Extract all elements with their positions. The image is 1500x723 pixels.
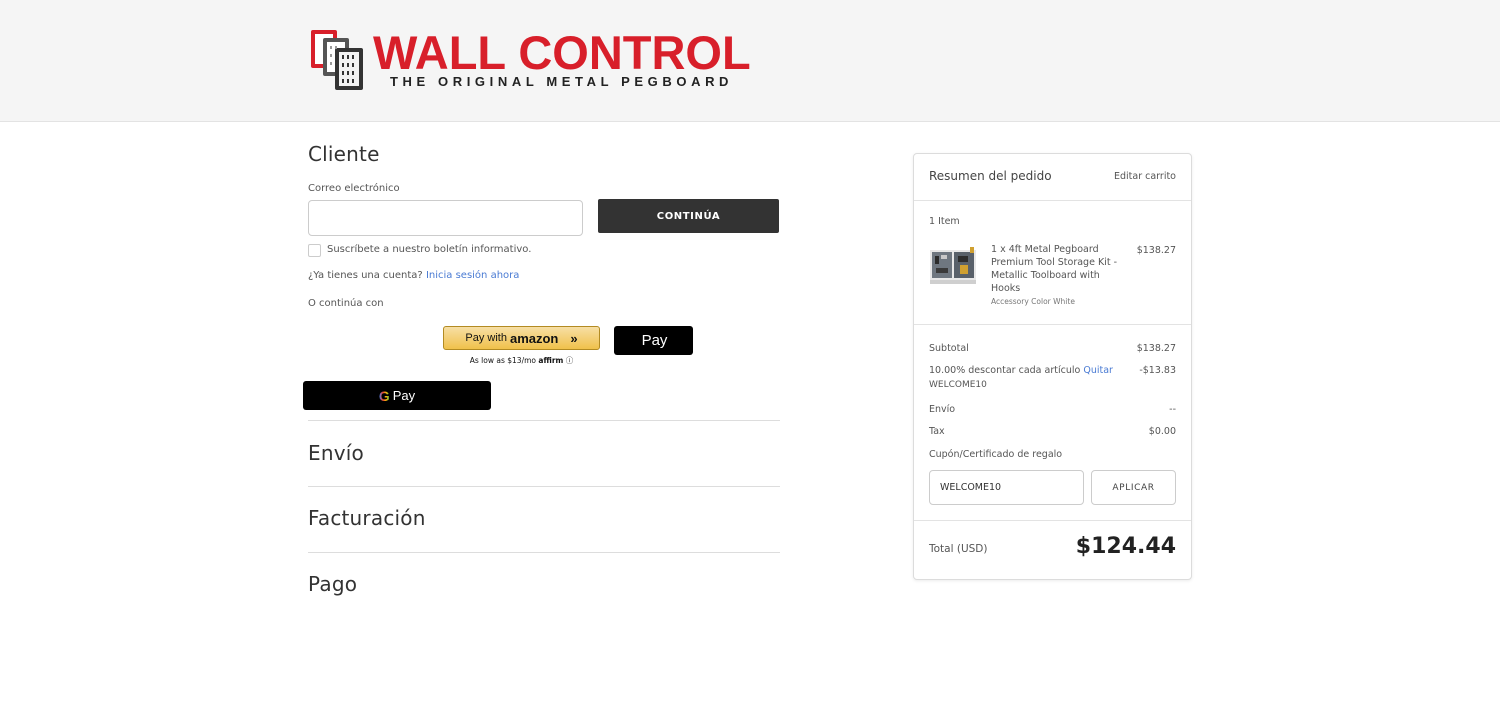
affirm-logo-text: affirm	[538, 356, 564, 365]
shipping-value: --	[1169, 404, 1176, 415]
google-g-icon: G	[378, 387, 390, 404]
summary-divider	[914, 200, 1191, 201]
product-option: Accessory Color White	[991, 297, 1075, 306]
affirm-note: As low as $13/mo affirm ⓘ	[443, 355, 600, 366]
product-thumbnail[interactable]	[930, 244, 976, 288]
continue-button[interactable]: CONTINÚA	[598, 199, 779, 233]
billing-section-title: Facturación	[308, 506, 426, 530]
product-name: 1 x 4ft Metal Pegboard Premium Tool Stor…	[991, 244, 1117, 294]
shipping-section-title: Envío	[308, 441, 364, 465]
remove-discount-link[interactable]: Quitar	[1083, 365, 1113, 376]
summary-divider	[914, 324, 1191, 325]
section-divider	[308, 552, 780, 553]
brand-tagline: THE ORIGINAL METAL PEGBOARD	[390, 74, 734, 89]
section-divider	[308, 486, 780, 487]
customer-section-title: Cliente	[308, 142, 380, 166]
total-label: Total (USD)	[929, 543, 988, 555]
or-continue-text: O continúa con	[308, 298, 384, 309]
discount-row: 10.00% descontar cada artículo Quitar	[929, 365, 1113, 376]
apple-pay-text: Pay	[641, 332, 668, 349]
info-icon[interactable]: ⓘ	[566, 356, 574, 365]
newsletter-checkbox[interactable]	[308, 244, 321, 257]
amazon-pay-button[interactable]: Pay with amazon »	[443, 326, 600, 350]
amazon-logo-text: amazon	[509, 330, 559, 346]
coupon-input[interactable]: WELCOME10	[929, 470, 1084, 505]
account-prompt-text: ¿Ya tienes una cuenta?	[308, 270, 423, 281]
pegboard-logo-icon	[311, 30, 363, 90]
product-price: $138.27	[1136, 245, 1176, 256]
newsletter-label: Suscríbete a nuestro boletín informativo…	[327, 244, 532, 255]
tax-value: $0.00	[1148, 426, 1176, 437]
shipping-label: Envío	[929, 404, 956, 415]
wall-control-logo[interactable]: WALL CONTROL THE ORIGINAL METAL PEGBOARD	[309, 28, 751, 94]
discount-label: 10.00% descontar cada artículo	[929, 365, 1081, 376]
amazon-pay-prefix: Pay with	[465, 332, 507, 344]
apple-pay-button[interactable]: Pay	[614, 326, 693, 355]
edit-cart-link[interactable]: Editar carrito	[1114, 171, 1176, 182]
payment-section-title: Pago	[308, 572, 358, 596]
site-header: WALL CONTROL THE ORIGINAL METAL PEGBOARD	[0, 0, 1500, 122]
tax-label: Tax	[929, 426, 945, 437]
summary-divider	[914, 520, 1191, 521]
total-value: $124.44	[1075, 534, 1176, 559]
discount-value: -$13.83	[1139, 365, 1176, 376]
email-input[interactable]	[308, 200, 583, 236]
section-divider	[308, 420, 780, 421]
discount-code: WELCOME10	[929, 380, 987, 390]
coupon-link[interactable]: Cupón/Certificado de regalo	[929, 449, 1062, 460]
item-count: 1 Item	[929, 216, 960, 227]
brand-name: WALL CONTROL	[373, 26, 751, 79]
apply-coupon-button[interactable]: APLICAR	[1091, 470, 1176, 505]
order-summary-title: Resumen del pedido	[929, 169, 1052, 183]
order-summary-panel: Resumen del pedido Editar carrito 1 Item…	[913, 153, 1192, 580]
email-label: Correo electrónico	[308, 183, 400, 194]
signin-link[interactable]: Inicia sesión ahora	[426, 270, 519, 281]
account-prompt-row: ¿Ya tienes una cuenta? Inicia sesión aho…	[308, 270, 519, 281]
chevron-right-icon: »	[570, 330, 578, 346]
affirm-text: As low as $13/mo	[469, 356, 536, 365]
subtotal-label: Subtotal	[929, 343, 969, 354]
google-pay-text: Pay	[392, 388, 416, 403]
subtotal-value: $138.27	[1136, 343, 1176, 354]
google-pay-button[interactable]: G Pay	[303, 381, 491, 410]
